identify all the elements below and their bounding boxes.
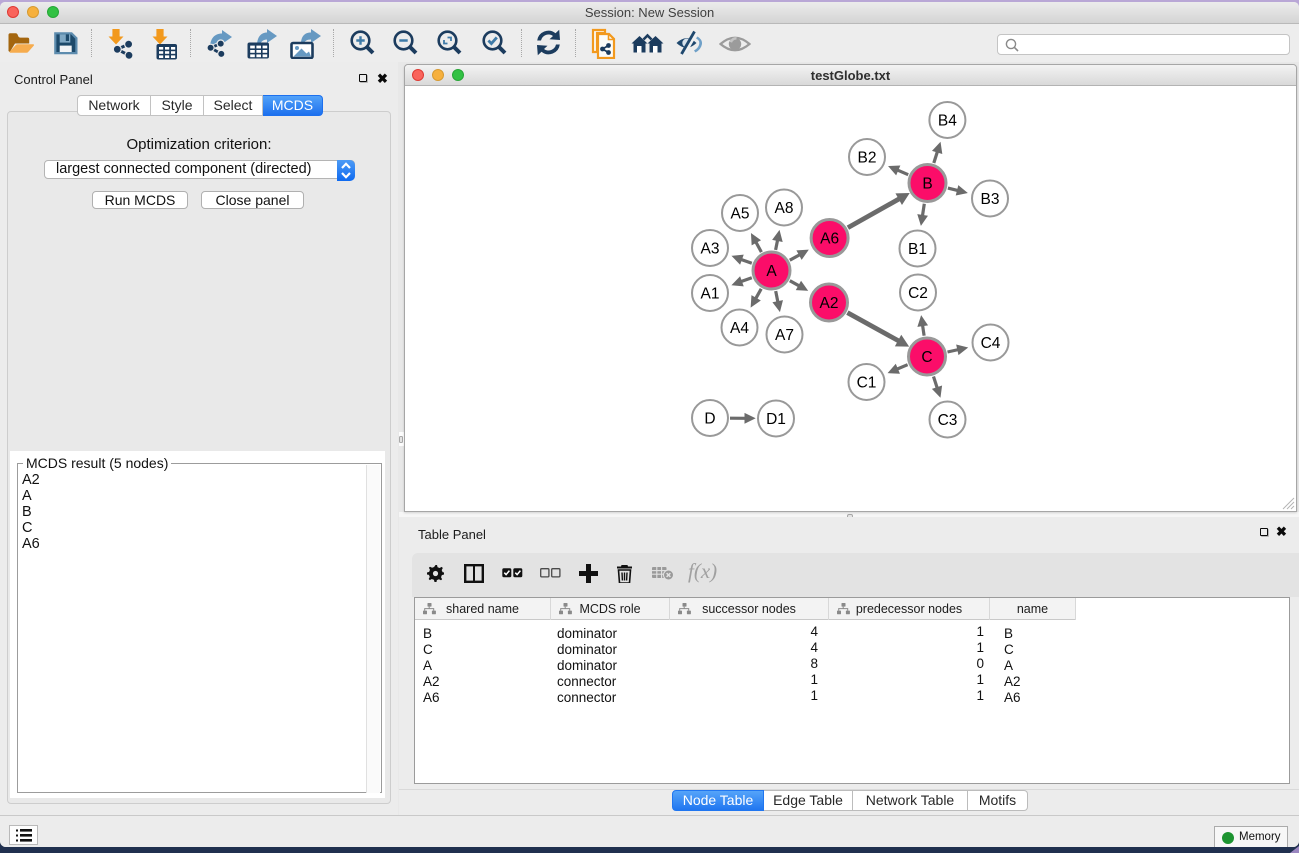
svg-text:A2: A2 bbox=[820, 295, 839, 312]
svg-text:A1: A1 bbox=[701, 285, 720, 302]
svg-text:C4: C4 bbox=[981, 335, 1001, 352]
svg-text:D1: D1 bbox=[766, 411, 786, 428]
svg-text:A3: A3 bbox=[701, 240, 720, 257]
svg-text:B1: B1 bbox=[908, 241, 927, 258]
svg-text:C: C bbox=[921, 349, 932, 366]
svg-text:D: D bbox=[704, 410, 715, 427]
svg-text:B: B bbox=[922, 175, 932, 192]
svg-text:C1: C1 bbox=[857, 374, 877, 391]
svg-text:A8: A8 bbox=[775, 200, 794, 217]
svg-text:A4: A4 bbox=[730, 320, 749, 337]
svg-text:B4: B4 bbox=[938, 112, 957, 129]
svg-text:B2: B2 bbox=[858, 149, 877, 166]
svg-text:B3: B3 bbox=[981, 191, 1000, 208]
svg-text:A6: A6 bbox=[820, 230, 839, 247]
svg-text:A: A bbox=[766, 263, 777, 280]
svg-text:A7: A7 bbox=[775, 327, 794, 344]
svg-text:C3: C3 bbox=[938, 412, 958, 429]
svg-text:A5: A5 bbox=[731, 205, 750, 222]
svg-text:C2: C2 bbox=[908, 285, 928, 302]
